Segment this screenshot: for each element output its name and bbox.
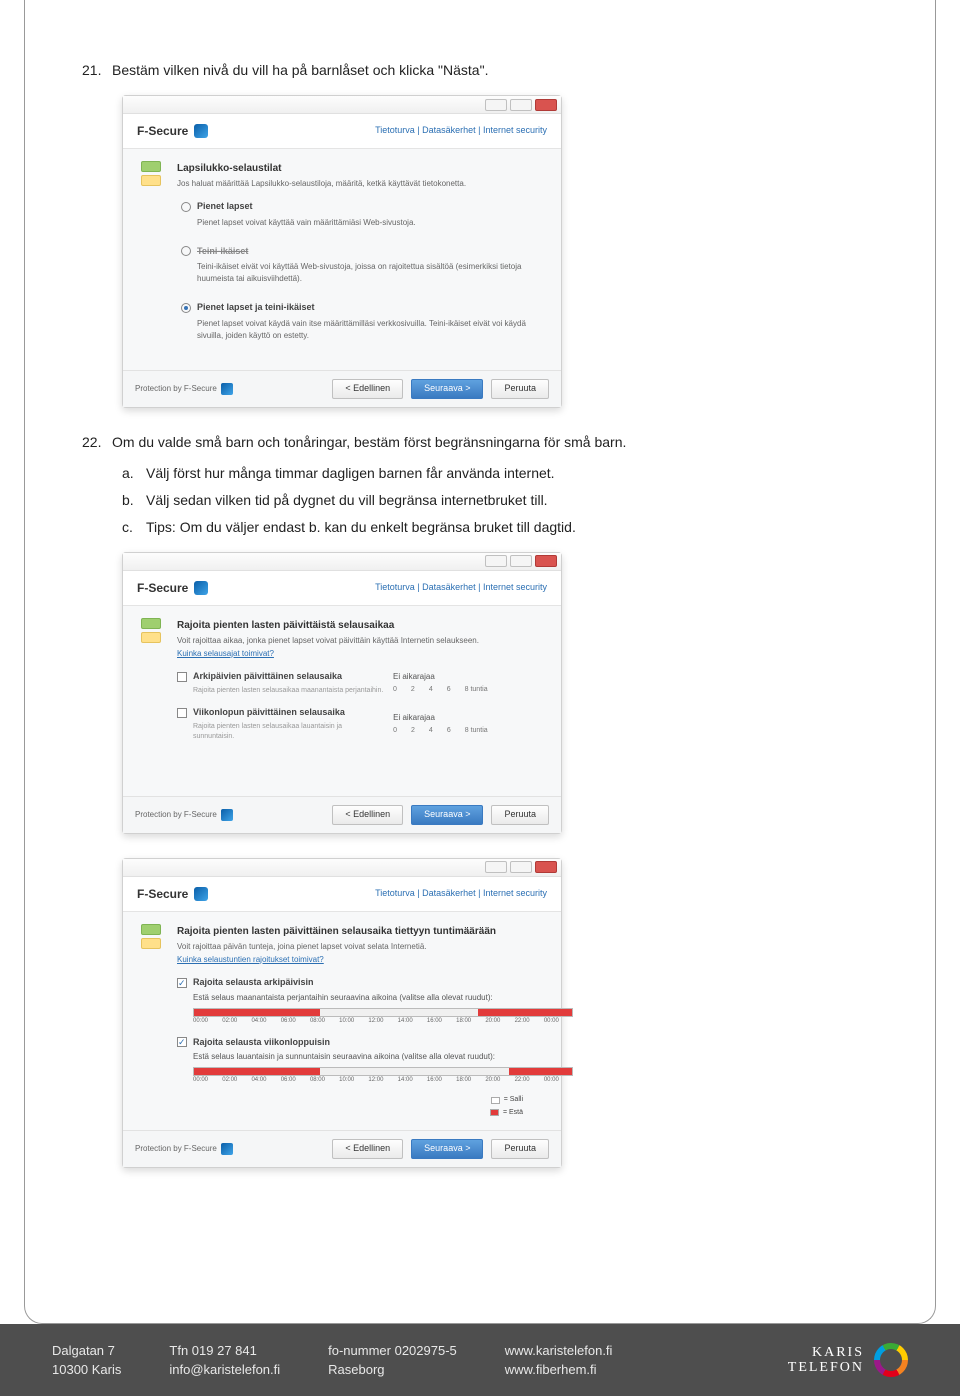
footer-address: Dalgatan 710300 Karis: [52, 1341, 121, 1380]
logo-icon: [874, 1343, 908, 1377]
brand: F-Secure: [137, 122, 208, 140]
footer-logo: KARISTELEFON: [788, 1343, 908, 1377]
close-button[interactable]: [535, 555, 557, 567]
weekend-limit-checkbox[interactable]: [177, 708, 187, 718]
brand-text: F-Secure: [137, 122, 188, 140]
weekend-hours-checkbox[interactable]: [177, 1037, 187, 1047]
weekday-limit-checkbox[interactable]: [177, 672, 187, 682]
page-footer: Dalgatan 710300 Karis Tfn 019 27 841info…: [0, 1324, 960, 1396]
brand-icon: [194, 887, 208, 901]
brand-icon: [194, 124, 208, 138]
brand: F-Secure: [137, 579, 208, 597]
radio-small-children[interactable]: [181, 202, 191, 212]
brand-icon: [194, 581, 208, 595]
radio-both[interactable]: [181, 303, 191, 313]
brand: F-Secure: [137, 885, 208, 903]
footer-web: www.karistelefon.fiwww.fiberhem.fi: [505, 1341, 613, 1380]
weekday-hours-checkbox[interactable]: [177, 978, 187, 988]
page-border: [24, 0, 936, 1324]
close-button[interactable]: [535, 861, 557, 873]
footer-fo: fo-nummer 0202975-5Raseborg: [328, 1341, 457, 1380]
close-button[interactable]: [535, 99, 557, 111]
footer-phone: Tfn 019 27 841info@karistelefon.fi: [169, 1341, 280, 1380]
